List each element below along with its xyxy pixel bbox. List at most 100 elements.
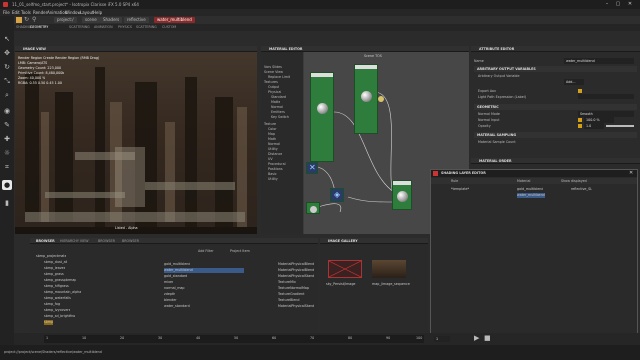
folder-item[interactable]: sbmp_projectmats — [36, 254, 66, 259]
tree-item[interactable]: Standard — [271, 95, 286, 99]
shading-material-1[interactable]: gold_multiblend — [517, 187, 543, 192]
tree-item[interactable]: Utility — [268, 177, 278, 181]
tab-hierarchy[interactable]: HIERARCHY VIEW — [60, 239, 89, 243]
folder-item[interactable]: sbmp_ivycovers — [44, 308, 70, 313]
tab-browser-2[interactable]: BROWSER — [98, 239, 115, 243]
tree-item[interactable]: Map — [268, 132, 275, 136]
export-checkbox[interactable] — [578, 89, 582, 93]
tab-physics[interactable]: PHYSICS — [118, 25, 132, 29]
lock-icon[interactable]: ⚲ — [32, 16, 36, 23]
zoom-icon[interactable]: ⌕ — [2, 90, 12, 100]
timeline[interactable]: 1 10 20 30 40 50 60 70 80 90 100 1 ▶ ■ — [14, 333, 640, 345]
folder-item[interactable]: sbmp_waterfalls — [44, 296, 71, 301]
tree-item[interactable]: Output — [268, 85, 279, 89]
menu-file[interactable]: File — [3, 10, 10, 15]
file-row[interactable]: water_multiblend — [164, 268, 244, 273]
opacity-slider[interactable] — [606, 125, 634, 127]
file-row[interactable]: zdepth — [164, 292, 175, 297]
tab-scattering[interactable]: SCATTERING — [69, 25, 90, 29]
tree-item[interactable]: Textures — [264, 80, 278, 84]
select-icon[interactable]: ↖ — [2, 34, 12, 44]
tree-item[interactable]: Vars Slides — [264, 65, 282, 69]
aov-add-button[interactable]: Add... — [564, 79, 584, 85]
crumb-current[interactable]: water_multiblend — [154, 17, 195, 23]
menu-layout[interactable]: Layout — [80, 10, 94, 15]
shading-assigned[interactable]: reflective_SL — [571, 187, 592, 192]
section-arbitrary[interactable]: ARBITRARY OUTPUT VARIABLES — [474, 66, 637, 72]
menu-render[interactable]: Render — [33, 10, 47, 15]
gallery-thumb-image[interactable] — [372, 260, 406, 278]
crumb-shaders[interactable]: Shaders — [100, 17, 123, 23]
file-row[interactable]: gold_multiblend — [164, 262, 190, 267]
tree-item[interactable]: Normal — [268, 142, 280, 146]
file-row[interactable]: water_standard — [164, 304, 190, 309]
refresh-icon[interactable]: ↻ — [24, 16, 29, 23]
node-water-standard[interactable] — [354, 64, 378, 134]
tab-animation[interactable]: ANIMATION — [94, 25, 113, 29]
folder-item[interactable]: sbmp_grass — [44, 272, 64, 277]
opacity-swatch[interactable] — [578, 124, 582, 128]
stop-icon[interactable]: ■ — [484, 334, 491, 342]
folder-item[interactable]: sbmp — [44, 320, 54, 325]
node-zdepth[interactable] — [306, 202, 320, 214]
shading-close-icon[interactable]: ✕ — [629, 170, 633, 176]
tree-item[interactable]: UV — [268, 157, 273, 161]
crumb-project[interactable]: project:/ — [54, 17, 77, 23]
folder-icon[interactable] — [16, 17, 22, 23]
tree-item[interactable]: Math — [268, 137, 276, 141]
maximize-icon[interactable]: ▢ — [614, 1, 622, 8]
menu-help[interactable]: Help — [93, 10, 102, 15]
camera-icon[interactable]: ◉ — [2, 106, 12, 116]
tree-item[interactable]: Procedural — [268, 162, 286, 166]
crop-icon[interactable]: ⌗ — [2, 162, 12, 172]
tree-item[interactable]: Physical — [268, 90, 281, 94]
folder-item[interactable]: sbmp_sd_brightfno — [44, 314, 75, 319]
node-gold-standard[interactable] — [310, 72, 334, 162]
tree-item[interactable]: Texture — [264, 122, 276, 126]
folder-item[interactable]: sbmp_leaves — [44, 266, 65, 271]
folder-item[interactable]: sbmp_fog — [44, 302, 60, 307]
file-row[interactable]: gold_standard — [164, 274, 187, 279]
shading-material-2[interactable]: water_multibend — [517, 193, 545, 198]
file-row[interactable]: mixer — [164, 280, 173, 285]
tab-browser-3[interactable]: BROWSER — [122, 239, 139, 243]
tree-item[interactable]: Distance — [268, 152, 282, 156]
current-frame-field[interactable]: 1 — [434, 336, 450, 342]
tree-item[interactable]: Utility — [268, 147, 278, 151]
section-geometric[interactable]: GEOMETRIC — [474, 104, 637, 110]
crumb-scene[interactable]: scene — [82, 17, 100, 23]
folder-item[interactable]: sbmp_hifigrass — [44, 284, 69, 289]
tree-item[interactable]: Color — [268, 127, 277, 131]
tree-item[interactable]: Scene View — [264, 70, 283, 74]
menu-tools[interactable]: Tools — [21, 10, 31, 15]
menu-edit[interactable]: Edit — [12, 10, 20, 15]
file-row[interactable]: blender — [164, 298, 177, 303]
opacity-field[interactable]: 1.0 — [584, 123, 604, 129]
node-mixer[interactable]: ◈ — [330, 188, 344, 202]
light-icon[interactable]: ☼ — [2, 148, 12, 158]
rotate-icon[interactable]: ↻ — [2, 62, 12, 72]
tree-item[interactable]: Matte — [271, 100, 280, 104]
project-item-button[interactable]: Project Item — [230, 248, 250, 254]
gallery-thumb-missing[interactable] — [328, 260, 362, 278]
image-view[interactable]: IMAGE VIEW Render Region Create Render R… — [15, 46, 257, 234]
tab-browser[interactable]: BROWSER — [36, 239, 55, 243]
snapshot-icon[interactable]: ▮ — [2, 198, 12, 208]
add-filter-button[interactable]: Add Filter — [198, 248, 214, 254]
name-field[interactable]: water_multiblend — [564, 58, 634, 64]
scale-icon[interactable]: ⤡ — [2, 76, 12, 86]
paint-icon[interactable]: ✎ — [2, 120, 12, 130]
menu-window[interactable]: Window — [65, 10, 81, 15]
tree-item[interactable]: Replace Limit — [268, 75, 290, 79]
render-icon[interactable]: ● — [2, 180, 12, 190]
node-normal[interactable]: ✕ — [306, 162, 318, 174]
light-path-field[interactable] — [578, 94, 634, 99]
play-icon[interactable]: ▶ — [474, 334, 479, 342]
pick-icon[interactable]: ✚ — [2, 134, 12, 144]
tree-item[interactable]: Positions — [268, 167, 283, 171]
crumb-reflective[interactable]: reflective — [124, 17, 149, 23]
minimize-icon[interactable]: – — [603, 1, 611, 8]
tree-item[interactable]: Basic — [268, 172, 277, 176]
render-image[interactable] — [15, 52, 257, 234]
normal-input-swatch[interactable] — [578, 118, 582, 122]
